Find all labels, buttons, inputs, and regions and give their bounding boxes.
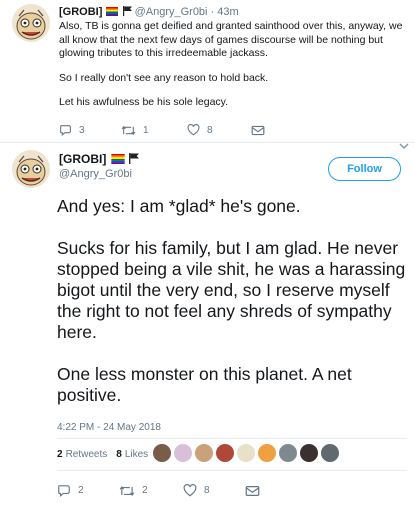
liker-avatars — [152, 443, 341, 463]
chevron-down-icon[interactable] — [399, 137, 409, 155]
retweet-count: 2 — [142, 485, 148, 496]
heart-icon — [187, 124, 200, 136]
reply-count: 2 — [78, 485, 84, 496]
tweet-header: [GROBI] @Angry_Gr0bi · 43m — [59, 5, 239, 19]
divider — [57, 438, 407, 439]
liker-avatar[interactable] — [278, 443, 298, 463]
avatar[interactable] — [12, 150, 50, 188]
like-button[interactable]: 8 — [183, 484, 245, 497]
envelope-icon — [245, 485, 260, 497]
tweet-time[interactable]: 43m — [217, 6, 238, 18]
envelope-icon — [251, 125, 265, 136]
tweet-paragraph: One less monster on this planet. A net p… — [57, 364, 352, 405]
follow-button[interactable]: Follow — [328, 157, 401, 181]
display-name[interactable]: [GROBI] — [59, 152, 106, 166]
retweet-button[interactable]: 1 — [121, 125, 187, 136]
liker-avatar[interactable] — [299, 443, 319, 463]
tweet-author: [GROBI] — [59, 152, 139, 166]
liker-avatar[interactable] — [236, 443, 256, 463]
reply-button[interactable]: 3 — [59, 124, 121, 136]
user-handle[interactable]: @Angry_Gr0bi — [135, 6, 208, 18]
retweet-icon — [121, 125, 136, 136]
avatar[interactable] — [12, 4, 50, 42]
retweets-label: Retweets — [65, 449, 108, 460]
retweet-count: 1 — [143, 124, 149, 136]
reply-icon — [59, 124, 72, 136]
liker-avatar[interactable] — [257, 443, 277, 463]
tweet-paragraph: Sucks for his family, but I am glad. He … — [57, 238, 406, 342]
tweet-text: Also, TB is gonna get deified and grante… — [59, 20, 404, 121]
tweet-paragraph: Also, TB is gonna get deified and grante… — [59, 20, 403, 59]
reply-icon — [57, 484, 71, 497]
like-button[interactable]: 8 — [187, 124, 251, 136]
reply-button[interactable]: 2 — [57, 484, 119, 497]
tweet-text: And yes: I am *glad* he's gone. Sucks fo… — [57, 196, 407, 427]
reply-count: 3 — [79, 124, 85, 136]
retweets-count: 2 — [57, 449, 63, 460]
like-count: 8 — [204, 485, 210, 496]
retweet-button[interactable]: 2 — [119, 485, 183, 497]
liker-avatar[interactable] — [194, 443, 214, 463]
separator: · — [210, 6, 215, 18]
liker-avatar[interactable] — [152, 443, 172, 463]
tweet-paragraph: So I really don't see any reason to hold… — [59, 71, 269, 84]
tweet-actions: 2 2 8 — [57, 484, 260, 497]
black-flag-icon — [129, 153, 139, 164]
user-handle[interactable]: @Angry_Gr0bi — [59, 168, 132, 180]
tweet-context[interactable]: [GROBI] @Angry_Gr0bi · 43m Also, TB is g… — [0, 0, 415, 143]
direct-message-button[interactable] — [245, 485, 260, 497]
likes-count: 8 — [116, 449, 122, 460]
likes-stat[interactable]: 8 Likes — [116, 449, 148, 460]
direct-message-button[interactable] — [251, 125, 265, 136]
heart-icon — [183, 484, 197, 497]
liker-avatar[interactable] — [320, 443, 340, 463]
liker-avatar[interactable] — [215, 443, 235, 463]
tweet-timestamp[interactable]: 4:22 PM - 24 May 2018 — [57, 422, 161, 433]
tweet-paragraph: Let his awfulness be his sole legacy. — [59, 96, 229, 108]
like-count: 8 — [207, 124, 213, 136]
rainbow-flag-icon — [106, 7, 119, 16]
retweets-stat[interactable]: 2 Retweets — [57, 449, 107, 460]
tweet-actions: 3 1 8 — [59, 124, 265, 136]
retweet-icon — [119, 485, 135, 497]
tweet-paragraph: And yes: I am *glad* he's gone. — [57, 196, 301, 216]
liker-avatar[interactable] — [173, 443, 193, 463]
divider — [57, 470, 407, 471]
tweet-stats: 2 Retweets 8 Likes — [57, 449, 148, 460]
likes-label: Likes — [124, 449, 149, 460]
display-name[interactable]: [GROBI] — [59, 6, 102, 18]
rainbow-flag-icon — [111, 154, 125, 164]
black-flag-icon — [122, 6, 132, 16]
